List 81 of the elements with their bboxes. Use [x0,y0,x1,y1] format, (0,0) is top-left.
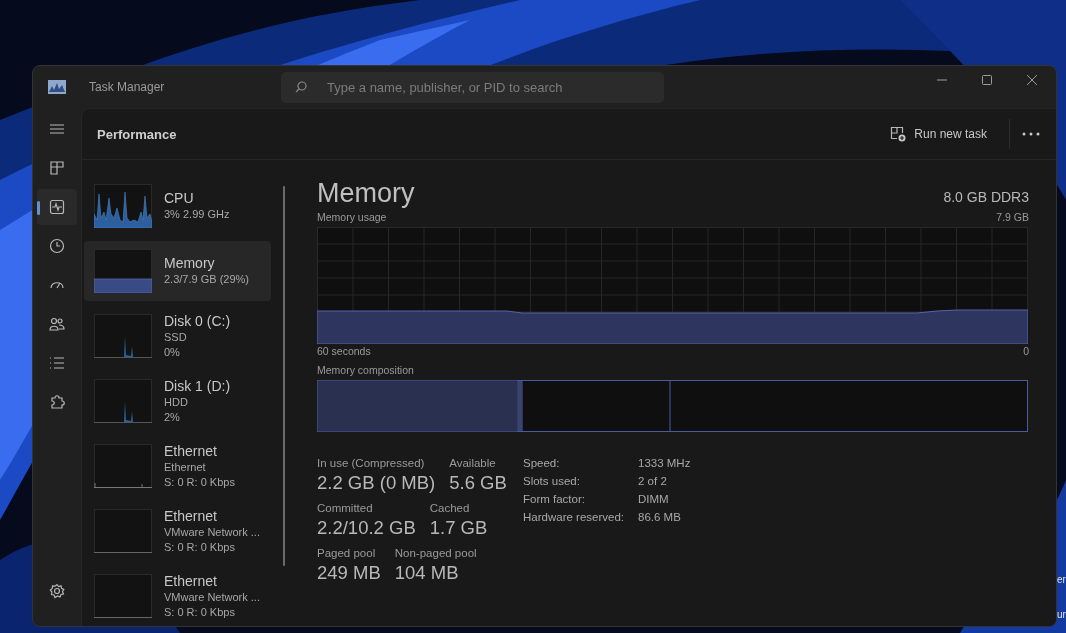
add-task-icon [890,126,907,142]
device-detail: VMware Network ... [164,589,260,605]
window-title: Task Manager [89,80,166,94]
device-detail: S: 0 R: 0 Kbps [164,539,236,555]
property-label: Form factor: [523,492,586,507]
property-value: 86.6 MB [638,510,682,525]
nav-button[interactable] [37,189,77,225]
usage-graph [94,379,152,423]
axis-label: 60 seconds [317,344,371,358]
pulse-chart-icon [49,199,65,215]
grid-icon [49,160,65,176]
device-item[interactable]: CPU 3% 2.99 GHz [84,176,271,236]
settings-icon [49,583,65,599]
device-item[interactable]: Ethernet Ethernet S: 0 R: 0 Kbps [84,436,271,496]
device-name: Disk 0 (C:) [164,312,231,330]
device-detail: S: 0 R: 0 Kbps [164,474,235,490]
device-item[interactable]: Disk 1 (D:) HDD 2% [84,371,271,431]
more-icon[interactable] [1022,132,1040,136]
device-name: Ethernet [164,572,218,590]
device-item[interactable]: Disk 0 (C:) SSD 0% [84,306,271,366]
axis-label: 0 [1023,344,1029,358]
device-name: Memory [164,255,216,272]
device-item[interactable]: Memory 2.3/7.9 GB (29%) [84,241,271,301]
stat-value: 2.2/10.2 GB [317,516,416,540]
device-detail: 2% [164,409,181,425]
scrollbar[interactable] [283,186,285,566]
device-detail: SSD [164,329,188,345]
stat-label: Paged pool [317,546,377,561]
usage-graph [94,184,152,228]
maximize-icon[interactable] [981,74,993,86]
device-detail: Ethernet [164,459,207,475]
device-detail: 0% [164,344,181,360]
stat-label: Available [449,456,497,471]
property-value: 1333 MHz [638,456,691,471]
stat-label: Cached [429,501,471,516]
stat-label: Committed [317,501,374,516]
run-new-task-button[interactable]: Run new task [882,122,995,146]
usage-graph [94,314,152,358]
device-detail: 3% 2.99 GHz [164,207,230,222]
search-field[interactable]: Type a name, publisher, or PID to search [281,71,664,103]
section-title: Memory [317,177,415,210]
device-name: Ethernet [164,442,218,460]
usage-graph [94,574,152,618]
app-icon [48,80,66,94]
stat-value: 1.7 GB [429,516,488,540]
usage-graph [94,249,152,293]
stat-value: 249 MB [317,561,381,585]
stat-label: Non-paged pool [394,546,477,561]
property-label: Speed: [523,456,561,471]
graph-max-label: 7.9 GB [996,210,1029,224]
graph-label: Memory usage [317,210,387,224]
usage-graph [94,444,152,488]
stat-value: 104 MB [394,561,460,585]
stat-value: 5.6 GB [449,471,507,495]
stat-label: In use (Compressed) [317,456,426,471]
puzzle-icon [49,394,65,410]
device-item[interactable]: Ethernet VMware Network ... S: 0 R: 0 Kbps [84,566,271,626]
graph-label: Memory composition [317,364,414,376]
device-item[interactable]: Ethernet VMware Network ... S: 0 R: 0 Kbps [84,501,271,561]
property-value: 2 of 2 [638,474,668,489]
device-name: Ethernet [164,507,218,525]
usage-graph [94,509,152,553]
device-detail: S: 0 R: 0 Kbps [164,604,236,620]
property-label: Slots used: [523,474,581,489]
users-icon [49,316,65,332]
memory-spec: 8.0 GB DDR3 [943,189,1029,205]
stat-value: 2.2 GB (0 MB) [317,471,436,495]
desktop-label: ur [1057,609,1066,620]
device-name: CPU [164,190,195,207]
property-value: DIMM [638,492,670,507]
device-name: Disk 1 (D:) [164,377,231,395]
device-detail: VMware Network ... [164,524,260,540]
property-label: Hardware reserved: [523,510,625,525]
device-detail: 2.3/7.9 GB (29%) [164,272,249,287]
device-detail: HDD [164,394,189,410]
menu-icon [49,121,65,137]
clock-icon [49,238,65,254]
list-icon [49,355,65,371]
close-icon[interactable] [1026,74,1038,86]
page-title: Performance [97,126,177,142]
desktop-label: er [1057,574,1066,585]
